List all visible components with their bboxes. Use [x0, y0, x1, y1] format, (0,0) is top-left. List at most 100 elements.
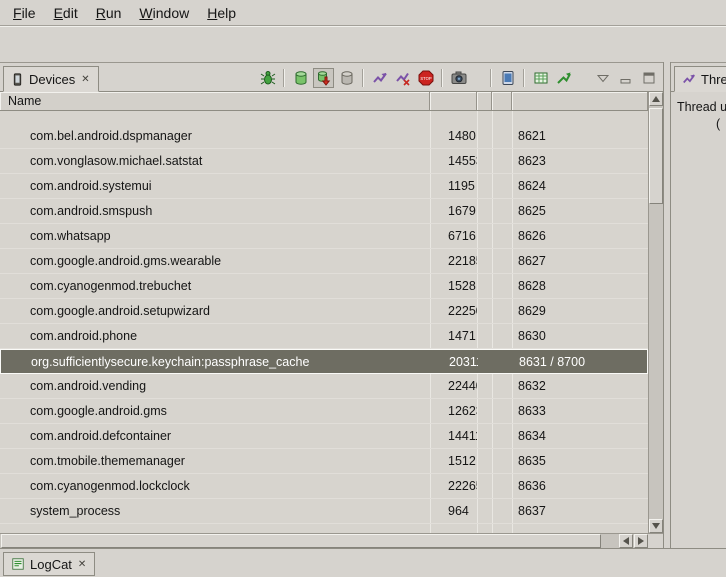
toolbar-separator [523, 69, 525, 87]
network-stats-icon[interactable] [530, 68, 551, 88]
menu-item[interactable]: File [4, 1, 45, 25]
process-name-cell: com.cyanogenmod.trebuchet [0, 279, 430, 293]
ddms-window: FileEditRunWindowHelp Devices ✕ [0, 0, 726, 577]
process-row[interactable]: com.android.smspush 1679 8625 [0, 199, 648, 224]
process-name-cell: com.google.android.setupwizard [0, 304, 430, 318]
process-pid-cell: 6716 [430, 229, 477, 243]
process-name-cell: com.android.defcontainer [0, 429, 430, 443]
threads-message-line1: Thread up [677, 100, 726, 114]
cause-gc-icon[interactable] [336, 68, 357, 88]
view-menu-icon[interactable] [592, 68, 613, 88]
screen-record-icon[interactable] [497, 68, 518, 88]
process-name-cell: org.sufficientlysecure.keychain:passphra… [1, 355, 431, 369]
process-pid-cell: 14411 [430, 429, 477, 443]
process-pid-cell: 1512 [430, 454, 477, 468]
menu-item[interactable]: Run [87, 1, 131, 25]
update-heap-icon[interactable] [290, 68, 311, 88]
menu-item[interactable]: Edit [45, 1, 87, 25]
process-row[interactable]: com.android.systemui 1195 8624 [0, 174, 648, 199]
scroll-right-button[interactable] [634, 534, 648, 548]
menu-item[interactable]: Help [198, 1, 245, 25]
process-port-cell: 8626 [512, 229, 648, 243]
process-name-cell: system_process [0, 504, 430, 518]
process-port-cell: 8631 / 8700 [513, 355, 647, 369]
tab-threads[interactable]: Threads ✕ [674, 66, 726, 92]
update-threads-icon[interactable] [369, 68, 390, 88]
scroll-left-button[interactable] [619, 534, 633, 548]
tab-logcat[interactable]: LogCat ✕ [3, 552, 95, 576]
close-icon[interactable]: ✕ [77, 559, 87, 570]
process-pid-cell: 22440 [430, 379, 477, 393]
column-header-pid[interactable] [430, 92, 477, 110]
toolbar-separator [362, 69, 364, 87]
process-name-cell: com.vonglasow.michael.satstat [0, 154, 430, 168]
process-row[interactable]: com.whatsapp 6716 8626 [0, 224, 648, 249]
process-pid-cell: 1471 [430, 329, 477, 343]
horizontal-scrollbar[interactable] [0, 533, 648, 548]
process-row[interactable]: com.android.vending 22440 8632 [0, 374, 648, 399]
process-pid-cell: 1679 [430, 204, 477, 218]
process-port-cell: 8636 [512, 479, 648, 493]
device-process-list: com.bel.android.dspmanager 1480 8621 com… [0, 111, 648, 533]
vertical-scroll-thumb[interactable] [649, 108, 663, 204]
threads-tabbar: Threads ✕ [671, 62, 726, 92]
main-toolbar-area [0, 27, 726, 61]
process-port-cell: 8628 [512, 279, 648, 293]
process-row[interactable]: com.cyanogenmod.lockclock 22265 8636 [0, 474, 648, 499]
process-port-cell: 8623 [512, 154, 648, 168]
process-name-cell: com.android.vending [0, 379, 430, 393]
maximize-icon[interactable] [638, 68, 659, 88]
process-row[interactable]: system_process 964 8637 [0, 499, 648, 524]
device-icon [11, 72, 24, 87]
threads-icon [682, 72, 696, 86]
process-pid-cell: 964 [430, 504, 477, 518]
scroll-up-button[interactable] [649, 92, 663, 106]
logcat-view-strip: LogCat ✕ [0, 548, 726, 577]
process-pid-cell: 14553 [430, 154, 477, 168]
process-row[interactable]: com.android.defcontainer 14411 8634 [0, 424, 648, 449]
process-row[interactable]: org.sufficientlysecure.keychain:passphra… [0, 349, 648, 374]
process-name-cell: com.android.smspush [0, 204, 430, 218]
process-pid-cell: 22250 [430, 304, 477, 318]
tab-devices[interactable]: Devices ✕ [3, 66, 99, 92]
process-pid-cell: 1528 [430, 279, 477, 293]
process-port-cell: 8634 [512, 429, 648, 443]
minimize-icon[interactable] [615, 68, 636, 88]
process-port-cell: 8621 [512, 129, 648, 143]
process-row[interactable]: com.google.android.gms.wearable 22185 86… [0, 249, 648, 274]
process-name-cell: com.android.systemui [0, 179, 430, 193]
tracking-icon[interactable] [553, 68, 574, 88]
process-row[interactable]: com.tmobile.thememanager 1512 8635 [0, 449, 648, 474]
dump-hprof-icon[interactable] [313, 68, 334, 88]
process-row[interactable]: com.cyanogenmod.trebuchet 1528 8628 [0, 274, 648, 299]
start-method-profiling-icon[interactable] [392, 68, 413, 88]
column-header-name[interactable]: Name [0, 92, 430, 110]
process-row[interactable]: com.vonglasow.michael.satstat 14553 8623 [0, 149, 648, 174]
debug-process-icon[interactable] [257, 68, 278, 88]
process-port-cell: 8632 [512, 379, 648, 393]
column-header-b[interactable] [492, 92, 512, 110]
column-header-a[interactable] [477, 92, 492, 110]
close-icon[interactable]: ✕ [80, 74, 90, 85]
menu-item[interactable]: Window [130, 1, 198, 25]
horizontal-scroll-thumb[interactable] [1, 534, 601, 548]
toolbar-separator [283, 69, 285, 87]
process-port-cell: 8633 [512, 404, 648, 418]
vertical-scrollbar[interactable] [648, 92, 663, 533]
process-row[interactable]: com.google.android.gms 12623 8633 [0, 399, 648, 424]
process-row[interactable]: com.bel.android.dspmanager 1480 8621 [0, 124, 648, 149]
process-port-cell: 8637 [512, 504, 648, 518]
toolbar-separator [441, 69, 443, 87]
threads-view: Threads ✕ Thread up ( [670, 62, 726, 548]
tab-devices-label: Devices [29, 72, 75, 87]
process-port-cell: 8629 [512, 304, 648, 318]
devices-view: Devices ✕ [0, 62, 664, 548]
process-row[interactable]: com.google.android.setupwizard 22250 862… [0, 299, 648, 324]
process-pid-cell: 22185 [430, 254, 477, 268]
stop-process-icon[interactable]: STOP [415, 68, 436, 88]
screen-capture-icon[interactable] [448, 68, 469, 88]
scroll-down-button[interactable] [649, 519, 663, 533]
process-row[interactable]: com.android.phone 1471 8630 [0, 324, 648, 349]
column-header-port[interactable] [512, 92, 648, 110]
tab-threads-label: Threads [701, 72, 726, 87]
